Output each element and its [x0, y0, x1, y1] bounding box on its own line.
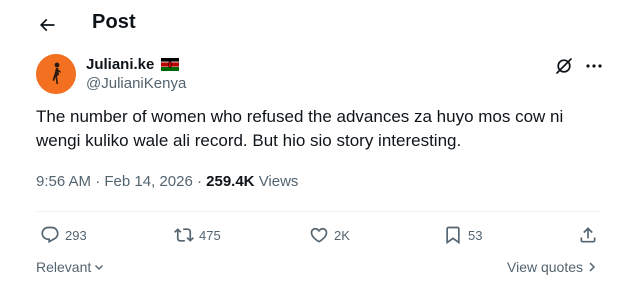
- views-count: 259.4K: [206, 173, 255, 190]
- back-button[interactable]: [30, 8, 64, 42]
- page-header: Post: [0, 0, 629, 48]
- sort-label: Relevant: [36, 259, 92, 275]
- reply-count: 293: [65, 227, 87, 243]
- bookmark-button[interactable]: 53: [443, 224, 482, 246]
- chevron-down-icon: [95, 265, 104, 270]
- view-quotes-label: View quotes: [507, 259, 584, 275]
- meta-separator: ·: [95, 173, 101, 190]
- page-title: Post: [92, 11, 136, 33]
- more-options-button[interactable]: [584, 56, 604, 76]
- share-icon: [580, 227, 596, 243]
- repost-icon: [174, 228, 194, 242]
- view-quotes-link[interactable]: View quotes: [507, 259, 597, 275]
- kenya-flag-icon: [161, 58, 180, 71]
- avatar[interactable]: [36, 54, 76, 94]
- reply-button[interactable]: 293: [40, 224, 87, 246]
- author-name-row[interactable]: Juliani.ke: [86, 56, 180, 73]
- bookmark-icon: [446, 226, 460, 245]
- heart-icon: [310, 227, 328, 243]
- sort-replies-dropdown[interactable]: Relevant: [36, 259, 105, 275]
- repost-count: 475: [199, 227, 221, 243]
- author-name[interactable]: Juliani.ke: [86, 56, 154, 73]
- meta-separator: ·: [196, 173, 202, 190]
- chevron-right-icon: [589, 262, 596, 272]
- post-date[interactable]: Feb 14, 2026: [104, 173, 192, 190]
- reply-icon: [41, 226, 59, 244]
- grok-button[interactable]: [554, 56, 574, 76]
- more-dots-icon: [586, 64, 602, 68]
- views-label: Views: [258, 173, 299, 190]
- post-detail-page: Post Juliani.ke @JulianiKenya The number…: [0, 0, 629, 281]
- bookmark-count: 53: [468, 227, 483, 243]
- avatar-silhouette-icon: [36, 54, 76, 94]
- like-button[interactable]: 2K: [309, 224, 350, 246]
- repost-button[interactable]: 475: [174, 224, 221, 246]
- author-handle[interactable]: @JulianiKenya: [86, 75, 186, 92]
- divider: [36, 211, 601, 212]
- arrow-left-icon: [39, 18, 55, 32]
- post-metadata: 9:56 AM · Feb 14, 2026 · 259.4K Views: [36, 173, 298, 190]
- post-text: The number of women who refused the adva…: [36, 107, 564, 150]
- share-button[interactable]: [578, 224, 598, 246]
- post-time[interactable]: 9:56 AM: [36, 173, 91, 190]
- like-count: 2K: [334, 227, 350, 243]
- grok-icon: [556, 58, 572, 74]
